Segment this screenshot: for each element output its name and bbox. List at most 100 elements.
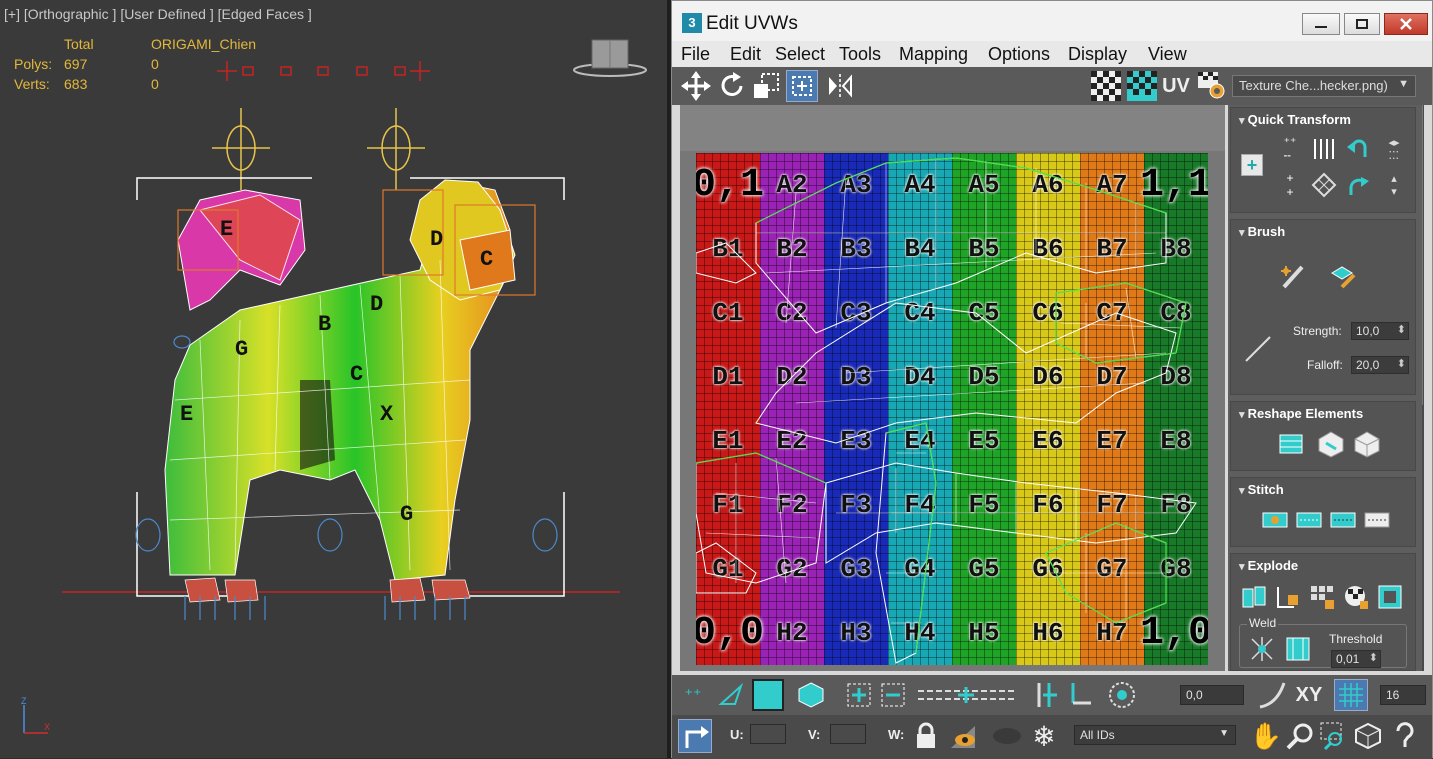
menu-select[interactable]: Select xyxy=(775,44,825,65)
rollout-stitch-header[interactable]: Stitch xyxy=(1239,482,1284,497)
menu-tools[interactable]: Tools xyxy=(839,44,881,65)
edge-select-icon[interactable] xyxy=(716,681,746,709)
maximize-icon xyxy=(1356,19,1368,29)
checker-icon[interactable] xyxy=(1090,70,1122,102)
mirror-icon[interactable] xyxy=(824,70,856,102)
uv-wireframe[interactable] xyxy=(696,153,1208,665)
straighten-selection-icon[interactable] xyxy=(1275,428,1307,460)
split-element-icon[interactable] xyxy=(1375,582,1405,612)
stitch-to-source-icon[interactable] xyxy=(1293,504,1325,536)
select-grow-icon[interactable] xyxy=(844,681,874,709)
scale-icon[interactable] xyxy=(750,70,782,102)
soft-selection-value[interactable]: 0,0 xyxy=(1180,685,1244,705)
grid-align-icon[interactable] xyxy=(1309,170,1339,200)
vertex-select-icon[interactable]: ⁺⁺ xyxy=(678,681,708,709)
move-icon[interactable] xyxy=(680,70,712,102)
show-hide-icon[interactable] xyxy=(990,721,1024,751)
rotate-ccw-icon[interactable] xyxy=(1343,136,1373,162)
lock-icon[interactable] xyxy=(912,721,940,751)
weld-selected-icon[interactable] xyxy=(1247,634,1277,664)
zoom-icon[interactable] xyxy=(1284,719,1316,753)
weld-target-icon[interactable] xyxy=(1283,634,1313,664)
point-to-point-icon[interactable] xyxy=(1064,681,1094,709)
menu-view[interactable]: View xyxy=(1148,44,1187,65)
falloff-spinner[interactable]: 20,0 xyxy=(1351,356,1409,374)
hide-eye-icon[interactable] xyxy=(946,721,980,751)
menu-edit[interactable]: Edit xyxy=(730,44,761,65)
straighten-icon[interactable]: + + xyxy=(1275,170,1305,200)
svg-text:Z: Z xyxy=(21,696,27,706)
v-coordinate-field[interactable] xyxy=(830,724,866,744)
flatten-icon[interactable] xyxy=(1351,428,1383,460)
face-select-icon[interactable] xyxy=(752,679,784,711)
soft-selection-icon[interactable] xyxy=(1106,679,1138,711)
rollout-quick-transform-header[interactable]: Quick Transform xyxy=(1239,112,1351,127)
select-shrink-icon[interactable] xyxy=(878,681,908,709)
zoom-region-icon[interactable] xyxy=(1318,719,1350,753)
grid-size-value[interactable]: 16 xyxy=(1380,685,1426,705)
absolute-offset-icon[interactable] xyxy=(678,719,712,753)
rollout-explode: Explode Weld Threshold 0,01 xyxy=(1230,553,1416,671)
ids-dropdown[interactable]: All IDs ▼ xyxy=(1074,725,1236,745)
svg-text:C: C xyxy=(480,247,493,272)
dog-model-wireframe[interactable]: GBD DCX GEC E Z X xyxy=(0,0,667,758)
flatten-by-polygon-icon[interactable] xyxy=(1341,582,1371,612)
u-coordinate-field[interactable] xyxy=(750,724,786,744)
falloff-curve-icon[interactable] xyxy=(1256,679,1288,711)
ring-select-icon[interactable] xyxy=(1030,681,1060,709)
uv-editor-canvas[interactable]: 0,1 A2 A3 A4 A5 A6 A7 1,1 B1 B2 B3 B4 B5 B6 B7 B8 C1 C2 C3… xyxy=(680,105,1225,671)
stitch-average-icon[interactable] xyxy=(1327,504,1359,536)
element-select-icon[interactable] xyxy=(796,681,826,709)
rotate-cw-icon[interactable] xyxy=(1343,170,1373,200)
strength-spinner[interactable]: 10,0 xyxy=(1351,322,1409,340)
freeform-icon[interactable] xyxy=(786,70,818,102)
menu-display[interactable]: Display xyxy=(1068,44,1127,65)
split-by-material-icon[interactable] xyxy=(1307,582,1337,612)
svg-text:G: G xyxy=(400,502,413,527)
menu-file[interactable]: File xyxy=(681,44,710,65)
xy-toggle[interactable]: XY xyxy=(1292,681,1326,709)
close-button[interactable] xyxy=(1384,13,1428,35)
uv-icon[interactable]: UV xyxy=(1160,70,1192,102)
space-vertical-icon[interactable]: ▴ ▾ xyxy=(1379,170,1409,200)
rotate-icon[interactable] xyxy=(716,70,748,102)
stitch-target-icon[interactable] xyxy=(1361,504,1393,536)
add-pivot-icon[interactable]: + xyxy=(1241,154,1263,176)
freeze-icon[interactable]: ❄ xyxy=(1028,719,1060,753)
relax-brush-icon[interactable] xyxy=(1327,260,1359,292)
break-icon[interactable] xyxy=(1239,582,1269,612)
menu-options[interactable]: Options xyxy=(988,44,1050,65)
pan-hand-icon[interactable]: ✋ xyxy=(1250,719,1282,753)
texture-dropdown[interactable]: Texture Che...hecker.png) ▼ xyxy=(1232,75,1416,97)
rollout-reshape-header[interactable]: Reshape Elements xyxy=(1239,406,1364,421)
stitch-custom-icon[interactable] xyxy=(1259,504,1291,536)
rollout-explode-header[interactable]: Explode xyxy=(1239,558,1299,573)
help-icon[interactable] xyxy=(1388,719,1422,753)
settings-icon[interactable] xyxy=(1196,70,1228,102)
w-label: W: xyxy=(888,727,905,742)
viewport-orthographic[interactable]: [+] [Orthographic ] [User Defined ] [Edg… xyxy=(0,0,667,758)
falloff-label: Falloff: xyxy=(1307,358,1343,372)
zoom-extents-icon[interactable] xyxy=(1352,719,1384,753)
loop-ring-icon[interactable] xyxy=(916,683,1016,707)
minimize-button[interactable] xyxy=(1302,13,1340,35)
maximize-button[interactable] xyxy=(1344,13,1380,35)
relax-icon[interactable] xyxy=(1315,428,1347,460)
svg-text:E: E xyxy=(180,402,193,427)
svg-text:X: X xyxy=(44,722,50,732)
threshold-spinner[interactable]: 0,01 xyxy=(1331,650,1381,668)
checker-teal-icon[interactable] xyxy=(1126,70,1158,102)
title-bar[interactable]: 3 Edit UVWs xyxy=(672,1,1432,41)
rollout-brush-header[interactable]: Brush xyxy=(1239,224,1286,239)
split-by-smoothing-icon[interactable] xyxy=(1273,582,1303,612)
paint-brush-icon[interactable] xyxy=(1277,260,1309,292)
bottom-toolbar-selection: ⁺⁺ 0,0 XY 16 xyxy=(672,675,1432,715)
align-vertical-icon[interactable] xyxy=(1309,136,1339,162)
svg-text:D: D xyxy=(430,227,443,252)
align-horizontal-icon[interactable]: ⁺⁺ ╌ xyxy=(1275,135,1305,163)
space-horizontal-icon[interactable]: ◂▸ ⁚⁚⁚ xyxy=(1379,136,1409,162)
svg-text:E: E xyxy=(220,217,233,242)
menu-mapping[interactable]: Mapping xyxy=(899,44,968,65)
brush-line-icon[interactable] xyxy=(1241,332,1275,366)
grid-snap-icon[interactable] xyxy=(1334,679,1368,711)
